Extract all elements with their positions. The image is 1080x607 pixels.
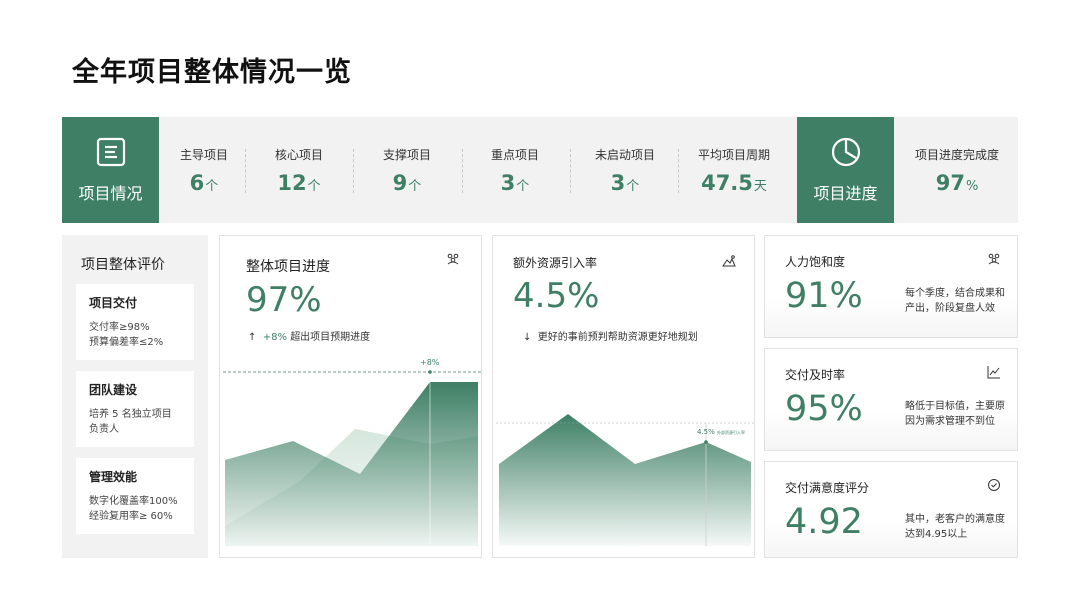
note-text: 超出项目预期进度 xyxy=(290,332,371,343)
metric-desc: 其中，老客户的满意度达到4.95以上 xyxy=(905,514,1005,540)
team-icon xyxy=(988,253,1000,265)
stat-progress-completion: 项目进度完成度 97% xyxy=(907,117,1007,223)
arrow-down-icon: ↓ xyxy=(523,332,532,343)
pie-clock-icon xyxy=(831,137,860,167)
card-title: 整体项目进度 xyxy=(246,259,330,275)
stat-value: 9 xyxy=(392,170,408,195)
stat-label: 重点项目 xyxy=(490,147,539,162)
stat-value: 47.5 xyxy=(701,170,753,195)
overview-label: 项目情况 xyxy=(78,184,143,203)
card-title: 额外资源引入率 xyxy=(513,256,598,270)
metric-title: 交付及时率 xyxy=(785,368,846,382)
note-delta: +8% xyxy=(262,332,287,343)
metric-desc: 每个季度，结合成果和产出，阶段复盘人效 xyxy=(905,288,1005,314)
card-big-value: 97% xyxy=(246,280,322,320)
marker-label: +8% xyxy=(420,358,440,367)
line-chart-icon xyxy=(987,366,1000,379)
stat-unit: 个 xyxy=(516,178,530,194)
stat-key-projects: 重点项目 3个 xyxy=(480,117,550,223)
card-note: ↑ +8% 超出项目预期进度 xyxy=(248,328,370,343)
stat-value: 3 xyxy=(500,170,516,195)
stat-value: 6 xyxy=(189,170,205,195)
progress-header-block: 项目进度 xyxy=(797,117,894,223)
check-circle-icon xyxy=(988,479,1000,491)
eval-card-delivery: 项目交付 交付率≥98% 预算偏差率≤2% xyxy=(76,284,194,360)
metric-card-satisfaction: 交付满意度评分 4.92 其中，老客户的满意度达到4.95以上 xyxy=(764,461,1018,558)
document-icon xyxy=(96,137,125,167)
stat-label: 支撑项目 xyxy=(382,147,431,162)
eval-card-line: 经验复用率≥ 60% xyxy=(89,511,173,522)
divider xyxy=(245,149,246,193)
marker-dot xyxy=(704,440,708,444)
eval-card-line: 负责人 xyxy=(89,424,119,435)
team-icon xyxy=(447,253,459,265)
eval-card-line: 数字化覆盖率100% xyxy=(89,496,178,507)
overview-band: 项目情况 主导项目 6个 核心项目 12个 支撑项目 9个 重点项目 3个 未启… xyxy=(62,117,1018,223)
stat-label: 平均项目周期 xyxy=(697,147,770,162)
note-text: 更好的事前预判帮助资源更好地规划 xyxy=(537,332,698,343)
stat-avg-cycle: 平均项目周期 47.5天 xyxy=(690,117,778,223)
card-big-value: 4.5% xyxy=(513,276,600,316)
stat-support-projects: 支撑项目 9个 xyxy=(372,117,442,223)
eval-card-title: 项目交付 xyxy=(89,296,138,310)
stat-unit: 个 xyxy=(408,178,422,194)
card-resource-rate: 额外资源引入率 4.5% ↓ 更好的事前预判帮助资源更好地规划 4.5% 外部资… xyxy=(492,235,755,558)
arrow-up-icon: ↑ xyxy=(248,332,257,343)
metric-desc: 略低于目标值，主要原因为需求管理不到位 xyxy=(905,401,1005,427)
mountain-chart-icon xyxy=(722,255,736,267)
stat-core-projects: 核心项目 12个 xyxy=(264,117,334,223)
marker-label: 4.5% 外部资源引入率 xyxy=(697,428,745,436)
divider xyxy=(678,149,679,193)
stat-value: 97 xyxy=(935,170,965,195)
eval-card-title: 团队建设 xyxy=(89,383,138,397)
divider xyxy=(353,149,354,193)
stat-label: 项目进度完成度 xyxy=(914,147,999,162)
eval-card-title: 管理效能 xyxy=(89,470,138,484)
metric-value: 4.92 xyxy=(785,502,863,542)
stat-unit: 个 xyxy=(205,178,219,194)
stat-value: 12 xyxy=(277,170,307,195)
stat-label: 未启动项目 xyxy=(594,147,655,162)
stat-value: 3 xyxy=(610,170,626,195)
marker-value: 4.5% xyxy=(697,428,715,436)
stat-label: 核心项目 xyxy=(274,147,323,162)
page-title: 全年项目整体情况一览 xyxy=(72,57,352,88)
metric-title: 人力饱和度 xyxy=(785,255,846,269)
eval-card-line: 预算偏差率≤2% xyxy=(89,337,164,348)
stat-unit: % xyxy=(965,178,979,194)
eval-card-line: 交付率≥98% xyxy=(89,322,150,333)
marker-dot xyxy=(428,370,432,374)
evaluation-panel: 项目整体评价 项目交付 交付率≥98% 预算偏差率≤2% 团队建设 培养 5 名… xyxy=(62,235,208,558)
metric-card-manpower: 人力饱和度 91% 每个季度，结合成果和产出，阶段复盘人效 xyxy=(764,235,1018,338)
progress-label: 项目进度 xyxy=(813,184,878,203)
metric-value: 95% xyxy=(785,389,863,429)
stat-label: 主导项目 xyxy=(179,147,228,162)
eval-card-team: 团队建设 培养 5 名独立项目 负责人 xyxy=(76,371,194,447)
stat-unstarted-projects: 未启动项目 3个 xyxy=(584,117,666,223)
metric-card-timeliness: 交付及时率 95% 略低于目标值，主要原因为需求管理不到位 xyxy=(764,348,1018,451)
stat-unit: 天 xyxy=(753,178,767,194)
stat-unit: 个 xyxy=(307,178,321,194)
divider xyxy=(570,149,571,193)
overview-header-block: 项目情况 xyxy=(62,117,159,223)
stat-lead-projects: 主导项目 6个 xyxy=(170,117,238,223)
eval-card-line: 培养 5 名独立项目 xyxy=(89,409,172,420)
card-note: ↓ 更好的事前预判帮助资源更好地规划 xyxy=(523,328,698,343)
divider xyxy=(462,149,463,193)
metric-value: 91% xyxy=(785,276,863,316)
metric-title: 交付满意度评分 xyxy=(785,481,870,495)
card-overall-progress: 整体项目进度 97% ↑ +8% 超出项目预期进度 +8% xyxy=(219,235,482,558)
marker-sub: 外部资源引入率 xyxy=(717,430,746,435)
evaluation-title: 项目整体评价 xyxy=(81,257,165,273)
stat-unit: 个 xyxy=(626,178,640,194)
eval-card-efficiency: 管理效能 数字化覆盖率100% 经验复用率≥ 60% xyxy=(76,458,194,534)
